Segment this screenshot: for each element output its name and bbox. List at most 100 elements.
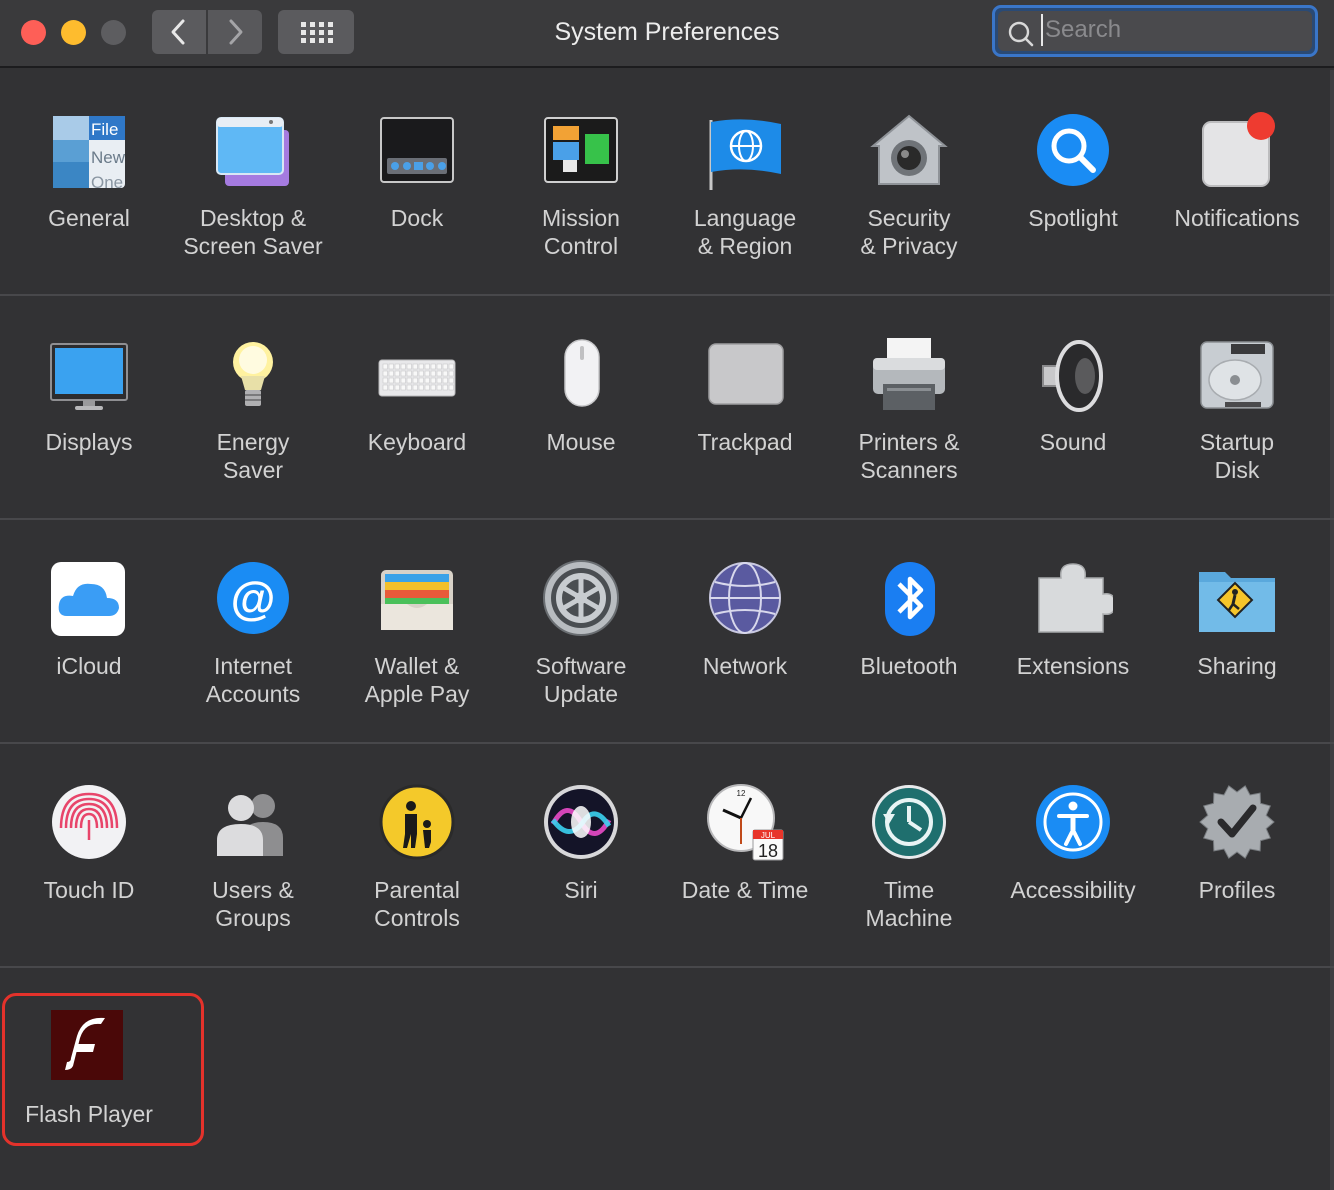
parental-controls-icon (377, 784, 457, 864)
profiles-icon (1197, 784, 1277, 864)
svg-text:@: @ (231, 572, 276, 624)
pref-pane-label: Keyboard (367, 429, 467, 455)
pref-pane-software-update[interactable]: Software Update (499, 556, 663, 707)
pref-pane-dock[interactable]: Dock (335, 108, 499, 258)
keyboard-icon (377, 336, 457, 416)
pref-pane-spotlight[interactable]: Spotlight (991, 108, 1155, 258)
printers-scanners-icon (869, 336, 949, 416)
pref-pane-label: Accessibility (1010, 877, 1136, 903)
pref-pane-sharing[interactable]: Sharing (1155, 556, 1319, 706)
dock-icon (377, 112, 457, 192)
svg-text:12: 12 (737, 789, 746, 798)
svg-text:JUL: JUL (761, 831, 776, 840)
pref-pane-label: iCloud (56, 653, 122, 679)
pref-pane-label: Time Machine (865, 877, 953, 931)
accessibility-icon (1033, 784, 1113, 864)
date-time-icon: 12 JUL 18 (705, 784, 785, 864)
pref-pane-label: Siri (564, 877, 598, 903)
pref-pane-label: Notifications (1174, 205, 1300, 231)
pref-pane-label: Bluetooth (860, 653, 958, 679)
startup-disk-icon (1197, 336, 1277, 416)
pref-pane-label: Network (702, 653, 788, 679)
pref-pane-startup-disk[interactable]: Startup Disk (1155, 332, 1319, 483)
mouse-icon (541, 336, 621, 416)
pref-pane-label: Desktop & Screen Saver (183, 205, 323, 259)
pref-pane-internet-accounts[interactable]: @ Internet Accounts (171, 556, 335, 707)
pref-pane-mouse[interactable]: Mouse (499, 332, 663, 482)
pref-pane-label: Profiles (1198, 877, 1276, 903)
time-machine-icon (869, 784, 949, 864)
svg-text:18: 18 (758, 841, 778, 861)
pref-pane-label: Sound (1039, 429, 1107, 455)
extensions-icon (1033, 560, 1116, 640)
pref-pane-bluetooth[interactable]: Bluetooth (827, 556, 991, 706)
pref-pane-siri[interactable]: Siri (499, 780, 663, 930)
pref-pane-desktop-screen-saver[interactable]: Desktop & Screen Saver (171, 108, 335, 259)
pref-pane-label: Printers & Scanners (858, 429, 960, 483)
pref-pane-keyboard[interactable]: Keyboard (335, 332, 499, 482)
displays-icon (49, 336, 129, 416)
internet-accounts-icon: @ (213, 560, 293, 640)
pref-pane-label: Energy Saver (216, 429, 290, 483)
pref-pane-profiles[interactable]: Profiles (1155, 780, 1319, 930)
pref-pane-sound[interactable]: Sound (991, 332, 1155, 482)
svg-text:New: New (91, 148, 126, 167)
section-divider (0, 742, 1334, 744)
pref-pane-label: Spotlight (1028, 205, 1118, 231)
pref-pane-label: Extensions (1016, 653, 1130, 679)
section-divider (0, 518, 1334, 520)
general-icon: File New One (49, 112, 129, 192)
icloud-icon (49, 560, 129, 640)
title-bar: System Preferences (0, 0, 1334, 68)
pref-pane-displays[interactable]: Displays (7, 332, 171, 482)
pref-pane-time-machine[interactable]: Time Machine (827, 780, 991, 931)
pref-pane-label: Language & Region (693, 205, 797, 259)
pref-pane-label: Displays (45, 429, 133, 455)
pref-pane-icloud[interactable]: iCloud (7, 556, 171, 706)
pref-pane-label: Startup Disk (1199, 429, 1275, 483)
pref-pane-accessibility[interactable]: Accessibility (991, 780, 1155, 930)
section-divider (0, 966, 1334, 968)
wallet-apple-pay-icon (377, 560, 457, 640)
svg-text:File: File (91, 120, 118, 139)
pref-pane-parental-controls[interactable]: Parental Controls (335, 780, 499, 931)
pref-pane-label: Software Update (535, 653, 627, 707)
spotlight-icon (1033, 112, 1113, 192)
bluetooth-icon (869, 560, 949, 640)
pref-pane-network[interactable]: Network (663, 556, 827, 706)
pref-pane-extensions[interactable]: Extensions (991, 556, 1155, 706)
pref-pane-date-time[interactable]: 12 JUL 18 Date & Time (663, 780, 827, 930)
pref-pane-general[interactable]: File New One General (7, 108, 171, 258)
pref-pane-touch-id[interactable]: Touch ID (7, 780, 171, 930)
mission-control-icon (541, 112, 621, 192)
notifications-icon (1197, 112, 1277, 192)
pref-pane-label: Mission Control (542, 205, 620, 259)
users-groups-icon (213, 784, 293, 864)
pref-pane-security-privacy[interactable]: Security & Privacy (827, 108, 991, 259)
pref-pane-language-region[interactable]: Language & Region (663, 108, 827, 259)
search-icon (1008, 21, 1034, 47)
pref-pane-notifications[interactable]: Notifications (1155, 108, 1319, 258)
pref-pane-label: Dock (390, 205, 444, 231)
pref-pane-users-groups[interactable]: Users & Groups (171, 780, 335, 931)
pref-pane-mission-control[interactable]: Mission Control (499, 108, 663, 259)
pref-pane-wallet-apple-pay[interactable]: Wallet & Apple Pay (335, 556, 499, 707)
siri-icon (541, 784, 621, 864)
flash-player-highlight-box (2, 993, 204, 1146)
search-input[interactable] (1041, 14, 1307, 46)
pref-pane-label: Users & Groups (212, 877, 294, 931)
pref-pane-label: Wallet & Apple Pay (364, 653, 470, 707)
pref-pane-label: Sharing (1197, 653, 1277, 679)
trackpad-icon (705, 336, 785, 416)
pref-pane-label: Security & Privacy (860, 205, 958, 259)
pref-pane-label: Parental Controls (374, 877, 460, 931)
pref-pane-label: Date & Time (681, 877, 809, 903)
pref-pane-label: Trackpad (697, 429, 793, 455)
software-update-icon (541, 560, 621, 640)
pref-pane-printers-scanners[interactable]: Printers & Scanners (827, 332, 991, 483)
search-field[interactable] (992, 5, 1318, 57)
energy-saver-icon (213, 336, 293, 416)
pref-pane-label: Mouse (546, 429, 616, 455)
pref-pane-energy-saver[interactable]: Energy Saver (171, 332, 335, 483)
pref-pane-trackpad[interactable]: Trackpad (663, 332, 827, 482)
